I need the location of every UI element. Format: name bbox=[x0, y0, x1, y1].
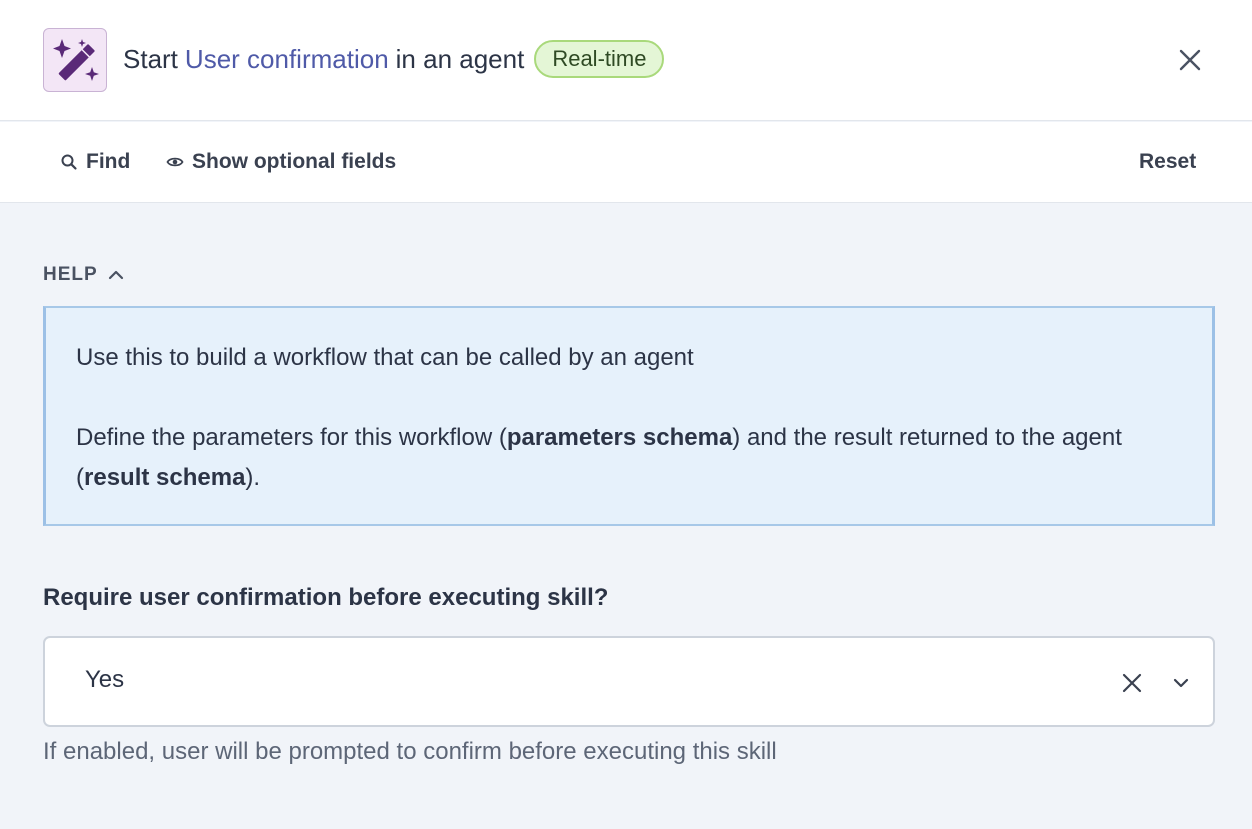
search-icon bbox=[61, 154, 77, 170]
help-line-2: Define the parameters for this workflow … bbox=[76, 424, 1122, 491]
select-value: Yes bbox=[85, 666, 125, 693]
help-box: Use this to build a workflow that can be… bbox=[43, 306, 1215, 526]
confirmation-select[interactable]: Yes bbox=[43, 636, 1215, 727]
close-button[interactable] bbox=[1172, 42, 1208, 78]
title-link[interactable]: User confirmation bbox=[185, 44, 389, 75]
title-prefix: Start bbox=[123, 43, 178, 74]
help-line-1: Use this to build a workflow that can be… bbox=[76, 344, 694, 371]
find-button[interactable]: Find bbox=[60, 146, 130, 178]
toolbar: Find Show optional fields Reset bbox=[0, 122, 1252, 203]
help-toggle[interactable]: HELP bbox=[43, 262, 124, 288]
magic-wand-icon bbox=[43, 28, 107, 92]
chevron-up-icon bbox=[108, 270, 123, 280]
clear-icon bbox=[1122, 673, 1142, 693]
chevron-down-icon bbox=[1173, 678, 1189, 688]
show-optional-fields-button[interactable]: Show optional fields bbox=[166, 146, 396, 178]
page-title: Start User confirmation in an agent Real… bbox=[123, 40, 665, 78]
title-suffix: in an agent bbox=[395, 43, 525, 74]
eye-icon bbox=[166, 157, 184, 167]
status-badge: Real-time bbox=[534, 40, 665, 78]
field-label: Require user confirmation before executi… bbox=[43, 584, 609, 611]
show-optional-label: Show optional fields bbox=[192, 150, 397, 173]
find-label: Find bbox=[86, 150, 131, 173]
help-title: HELP bbox=[43, 264, 98, 285]
clear-selection-button[interactable] bbox=[1120, 671, 1144, 695]
field-hint: If enabled, user will be prompted to con… bbox=[43, 738, 777, 765]
header: Start User confirmation in an agent Real… bbox=[0, 0, 1252, 121]
reset-button[interactable]: Reset bbox=[1139, 146, 1196, 178]
dropdown-toggle[interactable] bbox=[1171, 676, 1191, 690]
close-icon bbox=[1179, 49, 1201, 71]
